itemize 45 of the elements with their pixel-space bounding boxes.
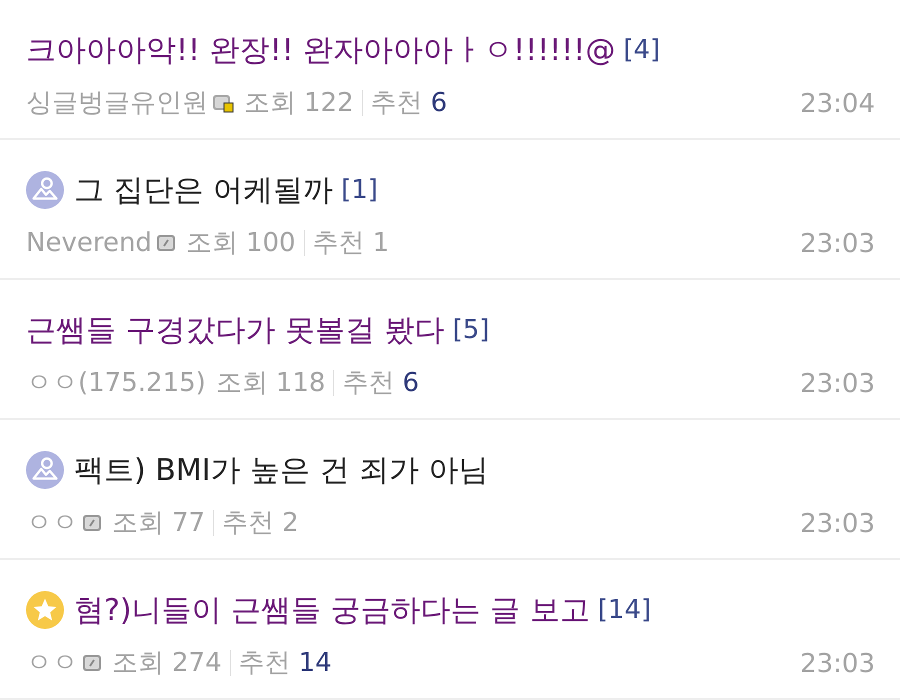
post-title[interactable]: 팩트) BMI가 높은 건 죄가 아님 — [74, 448, 489, 492]
recommend-count: 1 — [372, 226, 390, 260]
views-label: 조회 — [112, 646, 164, 680]
post-time: 23:03 — [800, 228, 875, 261]
recommend-label: 추천 — [370, 86, 423, 120]
author-name: ㅇㅇ — [26, 646, 78, 680]
comment-count: [4] — [623, 34, 660, 66]
views-count: 77 — [172, 506, 206, 540]
views-label: 조회 — [244, 86, 296, 120]
member-badge-icon — [156, 233, 176, 253]
recommend-label: 추천 — [342, 366, 394, 400]
views-label: 조회 — [216, 366, 268, 400]
post-time: 23:03 — [800, 368, 875, 401]
comment-count: [5] — [452, 314, 490, 346]
views-count: 274 — [172, 646, 222, 680]
member-badge-icon — [212, 93, 234, 113]
post-title[interactable]: 크아아아악!! 완장!! 완자아아아ㅏㅇ!!!!!!@ — [26, 28, 616, 72]
comment-count: [14] — [598, 594, 652, 626]
recommend-count: 14 — [298, 646, 332, 680]
image-post-icon — [26, 451, 64, 489]
recommend-label: 추천 — [312, 226, 365, 260]
views-label: 조회 — [186, 226, 238, 260]
views-count: 118 — [276, 366, 326, 400]
comment-count: [1] — [341, 174, 378, 206]
views-label: 조회 — [112, 506, 164, 540]
author-name: Neverend — [26, 226, 152, 260]
post-title[interactable]: 근쌤들 구경갔다가 못볼걸 봤다 — [26, 308, 445, 352]
post-time: 23:03 — [800, 508, 875, 541]
post-time: 23:04 — [800, 88, 875, 121]
post-time: 23:03 — [800, 648, 875, 681]
views-count: 100 — [246, 226, 296, 260]
image-post-icon — [26, 171, 64, 209]
views-count: 122 — [304, 86, 354, 120]
author-name: ㅇㅇ(175.215) — [26, 366, 206, 400]
recommend-count: 2 — [282, 506, 299, 540]
author-name: ㅇㅇ — [26, 506, 78, 540]
recommend-count: 6 — [430, 86, 448, 120]
post-title[interactable]: 그 집단은 어케될까 — [74, 168, 334, 212]
member-badge-icon — [82, 653, 102, 673]
recommend-label: 추천 — [238, 646, 291, 680]
member-badge-icon — [82, 513, 102, 533]
post-title[interactable]: 혐?)니들이 근쌤들 궁금하다는 글 보고 — [74, 588, 590, 632]
recommend-count: 6 — [402, 366, 419, 400]
recommend-label: 추천 — [222, 506, 274, 540]
author-name: 싱글벙글유인원 — [26, 86, 208, 120]
